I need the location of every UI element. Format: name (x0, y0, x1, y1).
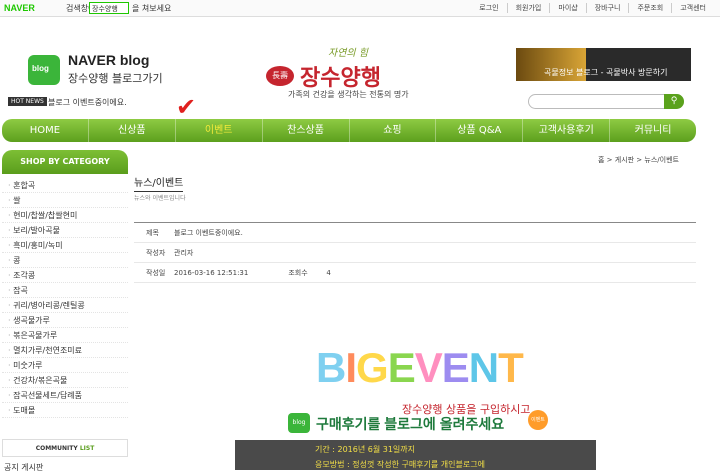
table-row: 작성자 관리자 (134, 243, 696, 263)
event-period: 기간 : 2016년 6월 31일까지 (315, 445, 416, 454)
subject-label: 제목 (146, 229, 159, 237)
views-value: 4 (326, 269, 331, 277)
views-label: 조회수 (288, 269, 308, 277)
category-item[interactable]: 콩 (2, 253, 128, 268)
naver-logo[interactable]: NAVER (4, 3, 35, 13)
category-item[interactable]: 미숫가루 (2, 358, 128, 373)
blog-icon: blog (288, 413, 310, 433)
site-logo[interactable]: 장수양행 (300, 60, 381, 92)
nav-shopping[interactable]: 쇼핑 (348, 119, 436, 142)
category-item[interactable]: 조각콩 (2, 268, 128, 283)
top-utility-bar: NAVER 검색창에 장수양행 을 쳐보세요 로그인 회원가입 마이샵 장바구니… (0, 0, 720, 17)
event-details-box: 기간 : 2016년 6월 31일까지 응모방법 : 정성껏 작성한 구매후기를… (235, 440, 596, 470)
hot-news-text[interactable]: 블로그 이벤트중이에요. (48, 97, 127, 108)
event-banner: BIGEVENT 장수양행 상품을 구입하시고 blog 구매후기를 블로그에 … (134, 300, 696, 470)
category-item[interactable]: 잡곡선물세트/답례품 (2, 388, 128, 403)
nav-community[interactable]: 커뮤니티 (609, 119, 696, 142)
nav-reviews[interactable]: 고객사용후기 (522, 119, 609, 142)
naver-search-input[interactable]: 장수양행 (89, 2, 129, 14)
category-item[interactable]: 귀리/병아리콩/렌틸콩 (2, 298, 128, 313)
category-item[interactable]: 도매몰 (2, 403, 128, 418)
brand-tagline: 자연의 힘 (328, 48, 368, 59)
category-item[interactable]: 혼합곡 (2, 178, 128, 193)
blog-logo-subtitle[interactable]: 장수양행 블로그가기 (68, 70, 163, 86)
nav-product-qa[interactable]: 상품 Q&A (435, 119, 522, 142)
main-nav: HOME 신상품 이벤트 찬스상품 쇼핑 상품 Q&A 고객사용후기 커뮤니티 (2, 119, 696, 142)
naver-search-suffix: 을 쳐보세요 (132, 4, 172, 13)
page-title: 뉴스/이벤트 (134, 174, 184, 192)
breadcrumb: 홈 > 게시판 > 뉴스/이벤트 (598, 156, 679, 164)
myshop-link[interactable]: 마이샵 (549, 3, 585, 13)
table-row: 작성일 2016-03-16 12:51:31 조회수 4 (134, 263, 696, 283)
category-item[interactable]: 생곡물가루 (2, 313, 128, 328)
site-subtitle: 가족의 건강을 생각하는 전통의 명가 (288, 90, 409, 99)
signup-link[interactable]: 회원가입 (506, 3, 550, 13)
checkmark-annotation-icon: ✔ (176, 93, 197, 121)
category-item[interactable]: 흑미/홍미/녹미 (2, 238, 128, 253)
search-icon[interactable]: ⚲ (664, 94, 684, 109)
category-item[interactable]: 현미/찹쌀/찹쌀현미 (2, 208, 128, 223)
blog-logo-title[interactable]: NAVER blog (68, 52, 149, 68)
site-search-input[interactable] (528, 94, 684, 109)
blog-logo-icon[interactable]: blog (28, 55, 60, 85)
category-item[interactable]: 보리/발아곡물 (2, 223, 128, 238)
nav-new-products[interactable]: 신상품 (87, 119, 175, 142)
category-item[interactable]: 쌀 (2, 193, 128, 208)
subject-value: 블로그 이벤트중이에요. (174, 229, 243, 237)
brand-seal: 長壽 (266, 66, 294, 86)
date-value: 2016-03-16 12:51:31 (174, 269, 249, 277)
page-description: 뉴스와 이벤트입니다 (134, 195, 186, 202)
category-item[interactable]: 건강차/볶은곡물 (2, 373, 128, 388)
ad-banner[interactable]: 곡물정보 블로그 - 곡물박사 방문하기 (516, 48, 691, 81)
nav-chance-products[interactable]: 찬스상품 (261, 119, 349, 142)
community-list-heading: COMMUNITY LIST (2, 439, 128, 457)
big-event-title: BIGEVENT (316, 344, 524, 391)
hot-news-badge: HOT NEWS (8, 97, 47, 106)
date-label: 작성일 (146, 269, 166, 277)
customer-center-link[interactable]: 고객센터 (671, 3, 714, 13)
event-line2: 구매후기를 블로그에 올려주세요 (316, 416, 505, 432)
table-row: 제목 블로그 이벤트중이에요. (134, 223, 696, 243)
community-item[interactable]: 공지 게시판 (4, 462, 43, 473)
util-links: 로그인 회원가입 마이샵 장바구니 주문조회 고객센터 (471, 3, 714, 13)
category-item[interactable]: 볶은곡물가루 (2, 328, 128, 343)
event-badge-icon: 이벤트 (528, 410, 548, 430)
post-info-table: 제목 블로그 이벤트중이에요. 작성자 관리자 작성일 2016-03-16 1… (134, 222, 696, 283)
nav-home[interactable]: HOME (2, 119, 88, 142)
category-item[interactable]: 멸치가루/천연조미료 (2, 343, 128, 358)
category-heading: SHOP BY CATEGORY (2, 150, 128, 174)
cart-link[interactable]: 장바구니 (585, 3, 629, 13)
category-list: 혼합곡 쌀 현미/찹쌀/찹쌀현미 보리/발아곡물 흑미/홍미/녹미 콩 조각콩 … (2, 178, 128, 418)
order-lookup-link[interactable]: 주문조회 (628, 3, 671, 13)
login-link[interactable]: 로그인 (471, 3, 506, 13)
author-label: 작성자 (146, 249, 166, 257)
event-method: 응모방법 : 정성껏 작성한 구매후기를 개인블로그에 (315, 460, 485, 469)
category-item[interactable]: 잡곡 (2, 283, 128, 298)
nav-event[interactable]: 이벤트 (174, 119, 262, 142)
author-value: 관리자 (174, 249, 194, 257)
